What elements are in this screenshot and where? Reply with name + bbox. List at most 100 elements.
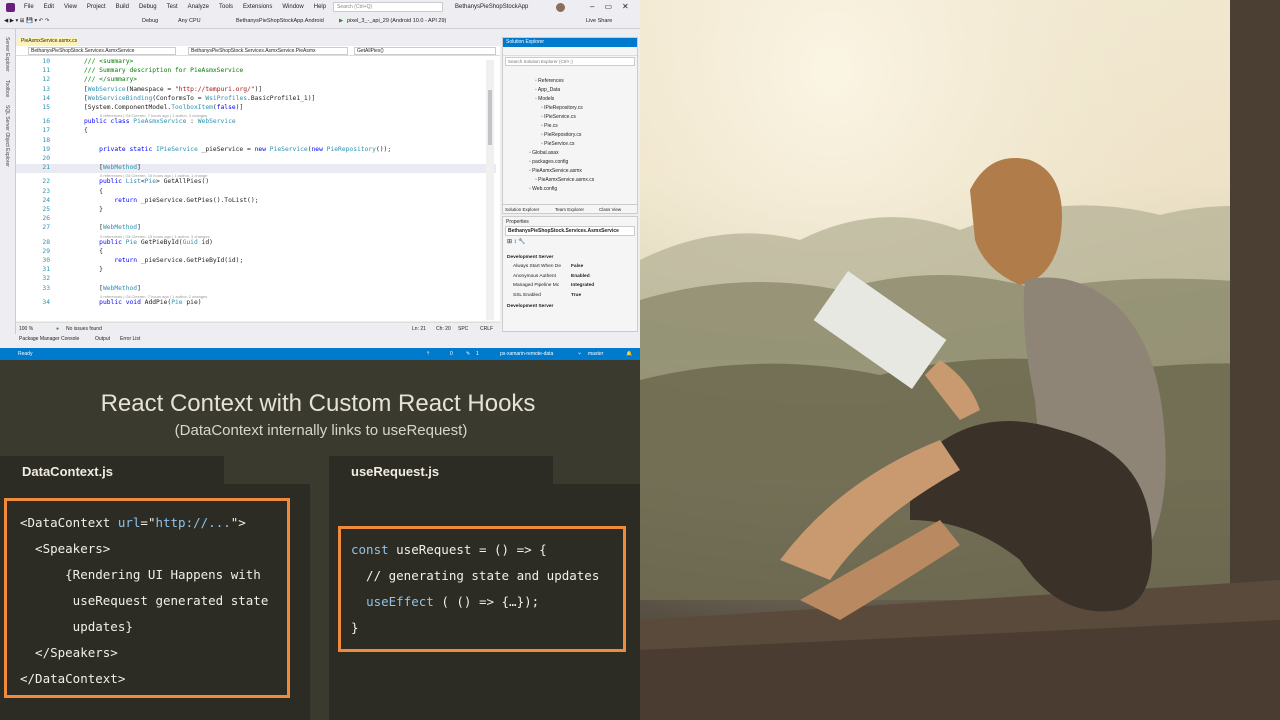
menu-item-window[interactable]: Window <box>282 4 303 10</box>
indent-mode[interactable]: SPC <box>458 326 468 332</box>
branch-name[interactable]: master <box>588 351 603 357</box>
line-number: 15 <box>42 104 50 111</box>
tab-package-manager-console[interactable]: Package Manager Console <box>19 336 79 342</box>
startup-project-dropdown[interactable]: BethanysPieShopStockApp.Android <box>236 18 324 24</box>
menu-item-debug[interactable]: Debug <box>139 4 157 10</box>
code-token: : <box>186 118 198 126</box>
code-token: useRequest = () => { <box>396 542 547 557</box>
menu-item-build[interactable]: Build <box>116 4 129 10</box>
up-count[interactable]: 0 <box>450 351 453 357</box>
property-value: Integrated <box>571 283 595 288</box>
search-input[interactable]: Search (Ctrl+Q) <box>333 2 443 12</box>
tree-item[interactable]: ▫ IPieRepository.cs <box>541 105 583 111</box>
tree-item[interactable]: ▫ Global.asax <box>529 150 559 156</box>
menu-item-extensions[interactable]: Extensions <box>243 4 272 10</box>
line-number: 18 <box>42 136 50 144</box>
pencil-icon[interactable]: ✎ <box>466 351 470 357</box>
tree-item[interactable]: ▪ Models <box>535 96 554 102</box>
properties-toolbar-icons[interactable]: ⊞ ↕ 🔧 <box>503 236 637 247</box>
issues-status[interactable]: No issues found <box>66 326 102 332</box>
platform-dropdown[interactable]: Any CPU <box>178 18 201 24</box>
line-number: 10 <box>42 58 50 65</box>
avatar[interactable] <box>556 3 565 12</box>
tree-item[interactable]: ▫ packages.config <box>529 159 568 165</box>
zoom-level[interactable]: 100 % <box>19 326 33 332</box>
tree-item[interactable]: ▫ IPieService.cs <box>541 114 576 120</box>
tab-solution-explorer[interactable]: Solution Explorer <box>505 207 539 212</box>
code-token: WebServiceBinding <box>87 94 153 102</box>
tree-item-label: References <box>538 78 564 84</box>
tree-item[interactable]: ▫ PieService.cs <box>541 141 574 147</box>
code-token: updates} <box>20 619 133 634</box>
property-row[interactable]: Always Start When De False <box>507 264 635 273</box>
line-number: 34 <box>42 298 50 306</box>
left-strip-tab[interactable]: SQL Server Object Explorer <box>4 105 10 167</box>
solution-search-input[interactable]: Search Solution Explorer (Ctrl+;) <box>505 57 635 66</box>
menu-item-edit[interactable]: Edit <box>44 4 54 10</box>
line-ending[interactable]: CRLF <box>480 326 493 332</box>
code-token: public class <box>84 118 134 126</box>
member-dropdown[interactable]: GetAllPies() <box>354 47 496 55</box>
solution-explorer-toolbar[interactable] <box>503 47 637 56</box>
property-row[interactable]: Managed Pipeline Mc Integrated <box>507 283 635 292</box>
class-dropdown[interactable]: BethanysPieShopStock.Services.AsmxServic… <box>188 47 348 55</box>
menu-item-project[interactable]: Project <box>87 4 106 10</box>
config-dropdown[interactable]: Debug <box>142 18 158 24</box>
ready-status: Ready <box>18 351 33 357</box>
repo-name[interactable]: ps-xamarin-remote-data <box>500 351 553 357</box>
property-row[interactable]: Anonymous Authent Enabled <box>507 274 635 283</box>
run-icon[interactable]: ▶ <box>339 18 343 24</box>
tree-item[interactable]: ▫ PieRepository.cs <box>541 132 581 138</box>
code-token: Pie <box>125 238 138 246</box>
code-token: Pie <box>171 298 183 306</box>
menu-item-analyze[interactable]: Analyze <box>188 4 209 10</box>
line-number: 31 <box>42 266 50 274</box>
property-row[interactable]: SSL Enabled True <box>507 293 635 302</box>
code-token: .BasicProfile1_1)] <box>247 94 316 102</box>
code-token: useRequest generated state <box>20 593 269 608</box>
tree-item[interactable]: ▪ App_Data <box>535 87 560 93</box>
changes-count[interactable]: 1 <box>476 351 479 357</box>
tree-item[interactable]: ▫ PieAsmxService.asmx <box>529 168 582 174</box>
tab-team-explorer[interactable]: Team Explorer <box>555 207 584 212</box>
scrollbar-thumb[interactable] <box>488 90 492 145</box>
line-code: return _pieService.GetPieById(id); <box>84 257 243 264</box>
tree-item-label: Web.config <box>532 186 558 192</box>
code-editor[interactable]: 10 /// <summary> 11 /// Summary description… <box>16 56 500 321</box>
run-target-dropdown[interactable]: pixel_3_-_api_29 (Android 10.0 - API 29) <box>347 18 446 24</box>
tab-output[interactable]: Output <box>95 336 110 342</box>
menu-item-tools[interactable]: Tools <box>219 4 233 10</box>
navigation-bar: BethanysPieShopStock.Services.AsmxServic… <box>16 46 500 56</box>
bottom-panel-tabs: Package Manager Console Output Error Lis… <box>16 334 500 344</box>
code-token: pie) <box>182 298 202 306</box>
code-token: /// Summary description for PieAsmxServi… <box>84 67 244 75</box>
publish-icon[interactable]: ⇡ <box>426 351 430 357</box>
notification-icon[interactable]: 🔔 <box>626 351 632 357</box>
left-strip-tab[interactable]: Server Explorer <box>4 37 10 72</box>
window-controls[interactable]: –▭✕ <box>590 2 639 11</box>
properties-object-selector[interactable]: BethanysPieShopStock.Services.AsmxServic… <box>505 226 635 236</box>
editor-scrollbar[interactable] <box>486 60 494 320</box>
line-number: 24 <box>42 196 50 204</box>
tab-pieasmxservice[interactable]: PieAsmxService.asmx.cs <box>18 37 78 46</box>
left-strip-tab[interactable]: Toolbox <box>4 80 10 97</box>
tab-error-list[interactable]: Error List <box>120 336 140 342</box>
tree-item[interactable]: ▫ Pie.cs <box>541 123 558 129</box>
live-share-button[interactable]: Live Share <box>586 18 612 24</box>
tree-item[interactable]: ▫ Web.config <box>529 186 557 192</box>
line-code: } <box>84 266 103 273</box>
tree-item[interactable]: ▫ PieAsmxService.asmx.cs <box>535 177 594 183</box>
toolbar-nav-icons[interactable]: ◀ ▶ ▾ ⊞ 💾 ▾ ↶ ↷ <box>4 18 49 24</box>
property-value: Enabled <box>571 273 590 279</box>
menu-item-file[interactable]: File <box>24 4 34 10</box>
menu-item-test[interactable]: Test <box>167 4 178 10</box>
code-token: http://... <box>155 515 231 530</box>
line-code: [WebMethod] <box>84 164 141 171</box>
property-name: Anonymous Authent <box>513 273 556 279</box>
tab-class-view[interactable]: Class View <box>599 207 621 212</box>
menu-item-help[interactable]: Help <box>314 4 326 10</box>
line-code: public void AddPie(Pie pie) <box>84 298 202 306</box>
menu-item-view[interactable]: View <box>64 4 77 10</box>
tree-item[interactable]: ▫ References <box>535 78 564 84</box>
project-dropdown[interactable]: BethanysPieShopStock.Services.AsmxServic… <box>28 47 176 55</box>
